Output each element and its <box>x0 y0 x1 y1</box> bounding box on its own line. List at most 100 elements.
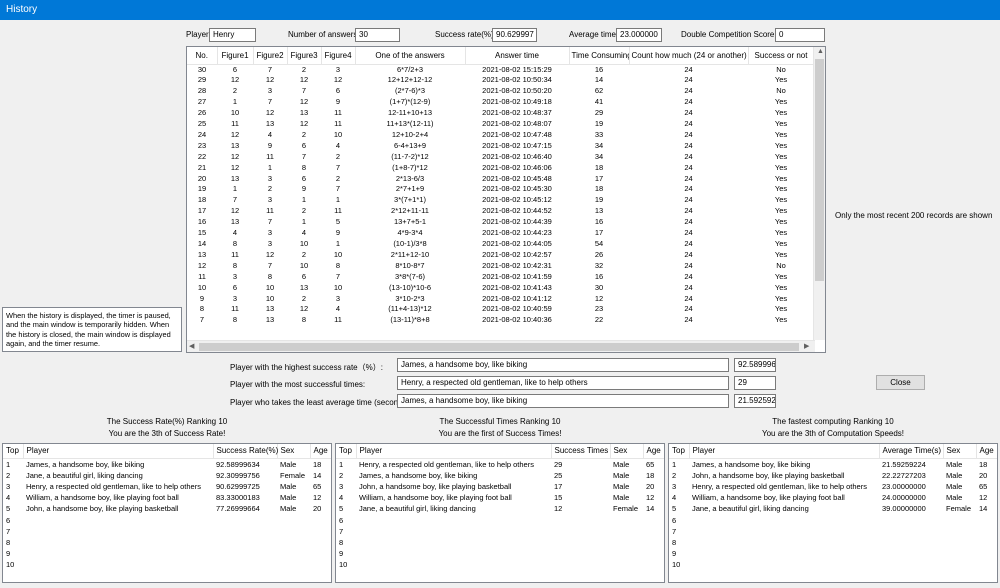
history-row[interactable]: 21 12 1 8 7 (1+8-7)*12 2021-08-02 10:46:06 18 24… <box>187 163 814 174</box>
history-column-header[interactable]: Figure2 <box>253 47 288 65</box>
history-row[interactable]: 29 12 12 12 12 12+12+12-12 2021-08-02 10:50:34… <box>187 75 814 86</box>
ranking-row[interactable]: 9 <box>336 548 664 559</box>
horizontal-scroll-thumb[interactable] <box>199 343 799 351</box>
ranking-column-header[interactable]: Sex <box>943 444 977 459</box>
ranking-column-header[interactable]: Player <box>23 444 214 459</box>
ranking-row[interactable]: 1 James, a handsome boy, like biking 92.58… <box>3 458 331 470</box>
ranking-column-header[interactable]: Average Time(s) <box>879 444 944 459</box>
ranking-row[interactable]: 3 Henry, a respected old gentleman, like … <box>669 481 997 492</box>
history-row[interactable]: 25 11 13 12 11 11+13*(12-11) 2021-08-02 10:48:… <box>187 119 814 130</box>
ranking-row[interactable]: 2 John, a handsome boy, like playing bask… <box>669 470 997 481</box>
least-average-value-field[interactable]: 21.592592 <box>734 394 776 408</box>
ranking-row[interactable]: 8 <box>336 537 664 548</box>
player-field[interactable]: Henry <box>209 28 256 42</box>
ranking-row[interactable]: 7 <box>669 526 997 537</box>
close-button[interactable]: Close <box>876 375 925 390</box>
history-row[interactable]: 19 1 2 9 7 2*7+1+9 2021-08-02 10:45:30 18 24 Yes <box>187 184 814 195</box>
scroll-right-icon[interactable]: ▶ <box>804 342 809 350</box>
ranking-row[interactable]: 8 <box>669 537 997 548</box>
history-row[interactable]: 14 8 3 10 1 (10-1)/3*8 2021-08-02 10:44:05 54 24… <box>187 239 814 250</box>
double-score-field[interactable]: 0 <box>775 28 825 42</box>
least-average-player-field[interactable]: James, a handsome boy, like biking <box>397 394 729 408</box>
ranking-column-header[interactable]: Age <box>310 444 331 459</box>
history-row[interactable]: 27 1 7 12 9 (1+7)*(12-9) 2021-08-02 10:49:18 41… <box>187 97 814 108</box>
ranking-row[interactable]: 7 <box>336 526 664 537</box>
history-row[interactable]: 15 4 3 4 9 4*9-3*4 2021-08-02 10:44:23 17 24 Yes <box>187 228 814 239</box>
history-column-header[interactable]: One of the answers <box>355 47 466 65</box>
history-column-header[interactable]: Success or not <box>748 47 815 65</box>
ranking-row[interactable]: 9 <box>3 548 331 559</box>
success-rate-field[interactable]: 90.629997 <box>492 28 537 42</box>
fastest-ranking-table[interactable]: Top Player Average Time(s) Sex Age 1 James, a … <box>668 443 998 583</box>
ranking-row[interactable]: 10 <box>336 559 664 570</box>
ranking-column-header[interactable]: Player <box>689 444 880 459</box>
ranking-row[interactable]: 4 William, a handsome boy, like playing f… <box>669 492 997 503</box>
success-rate-ranking-table[interactable]: Top Player Success Rate(%) Sex Age 1 James, a … <box>2 443 332 583</box>
ranking-row[interactable]: 5 Jane, a beautiful girl, liking dancing 1… <box>336 503 664 514</box>
ranking-row[interactable]: 7 <box>3 526 331 537</box>
history-column-header[interactable]: Figure1 <box>217 47 254 65</box>
ranking-row[interactable]: 8 <box>3 537 331 548</box>
scroll-up-icon[interactable]: ▲ <box>817 48 824 55</box>
ranking-row[interactable]: 5 John, a handsome boy, like playing bask… <box>3 503 331 514</box>
average-time-field[interactable]: 23.000000 <box>616 28 662 42</box>
history-row[interactable]: 17 12 11 2 11 2*12+11-11 2021-08-02 10:44:52 13… <box>187 206 814 217</box>
history-table[interactable]: No. Figure1 Figure2 Figure3 Figure4 One of th… <box>186 46 826 353</box>
ranking-column-header[interactable]: Age <box>643 444 664 459</box>
scroll-left-icon[interactable]: ◀ <box>189 342 194 350</box>
history-column-header[interactable]: Answer time <box>465 47 570 65</box>
ranking-column-header[interactable]: Player <box>356 444 552 459</box>
ranking-row[interactable]: 1 James, a handsome boy, like biking 21.59… <box>669 458 997 470</box>
history-row[interactable]: 8 11 13 12 4 (11+4-13)*12 2021-08-02 10:40:59 2… <box>187 304 814 315</box>
ranking-row[interactable]: 2 Jane, a beautiful girl, liking dancing 9… <box>3 470 331 481</box>
highest-rate-value-field[interactable]: 92.589996 <box>734 358 776 372</box>
ranking-row[interactable]: 10 <box>3 559 331 570</box>
history-column-header[interactable]: No. <box>187 47 218 65</box>
history-row[interactable]: 28 2 3 7 6 (2*7-6)*3 2021-08-02 10:50:20 62 24 No <box>187 86 814 97</box>
ranking-row[interactable]: 3 John, a handsome boy, like playing bask… <box>336 481 664 492</box>
ranking-column-header[interactable]: Age <box>976 444 997 459</box>
ranking-column-header[interactable]: Success Rate(%) <box>213 444 278 459</box>
history-horizontal-scrollbar[interactable]: ◀ ▶ <box>187 340 815 352</box>
history-row[interactable]: 16 13 7 1 5 13+7+5-1 2021-08-02 10:44:39 16 24 Ye… <box>187 217 814 228</box>
history-vertical-scrollbar[interactable]: ▲ <box>813 47 825 340</box>
history-row[interactable]: 18 7 3 1 1 3*(7+1*1) 2021-08-02 10:45:12 19 24 Ye… <box>187 195 814 206</box>
ranking-column-header[interactable]: Top <box>3 444 24 459</box>
ranking-row[interactable]: 3 Henry, a respected old gentleman, like … <box>3 481 331 492</box>
history-column-header[interactable]: Count how much (24 or another) <box>629 47 749 65</box>
ranking-row[interactable]: 6 <box>3 515 331 526</box>
answers-field[interactable]: 30 <box>355 28 400 42</box>
history-row[interactable]: 7 8 13 8 11 (13-11)*8+8 2021-08-02 10:40:36 22 2… <box>187 315 814 326</box>
ranking-row[interactable]: 4 William, a handsome boy, like playing f… <box>336 492 664 503</box>
history-row[interactable]: 23 13 9 6 4 6-4+13+9 2021-08-02 10:47:15 34 24 Ye… <box>187 141 814 152</box>
vertical-scroll-thumb[interactable] <box>815 59 824 281</box>
ranking-column-header[interactable]: Sex <box>277 444 311 459</box>
ranking-row[interactable]: 2 James, a handsome boy, like biking 25 Mal… <box>336 470 664 481</box>
history-row[interactable]: 13 11 12 2 10 2*11+12-10 2021-08-02 10:42:57 26… <box>187 250 814 261</box>
ranking-column-header[interactable]: Top <box>336 444 357 459</box>
ranking-column-header[interactable]: Top <box>669 444 690 459</box>
history-row[interactable]: 30 6 7 2 3 6*7/2+3 2021-08-02 15:15:29 16 24 No <box>187 64 814 75</box>
history-row[interactable]: 11 3 8 6 7 3*8*(7-6) 2021-08-02 10:41:59 16 24 Ye… <box>187 272 814 283</box>
success-times-ranking-table[interactable]: Top Player Success Times Sex Age 1 Henry, a re… <box>335 443 665 583</box>
history-column-header[interactable]: Figure3 <box>287 47 322 65</box>
history-row[interactable]: 24 12 4 2 10 12+10-2+4 2021-08-02 10:47:48 33 24… <box>187 130 814 141</box>
history-row[interactable]: 9 3 10 2 3 3*10-2*3 2021-08-02 10:41:12 12 24 Yes <box>187 294 814 305</box>
most-success-value-field[interactable]: 29 <box>734 376 776 390</box>
ranking-row[interactable]: 5 Jane, a beautiful girl, liking dancing 3… <box>669 503 997 514</box>
ranking-row[interactable]: 10 <box>669 559 997 570</box>
most-success-player-field[interactable]: Henry, a respected old gentleman, like t… <box>397 376 729 390</box>
ranking-column-header[interactable]: Sex <box>610 444 644 459</box>
history-row[interactable]: 26 10 12 13 11 12-11+10+13 2021-08-02 10:48:37… <box>187 108 814 119</box>
history-row[interactable]: 10 6 10 13 10 (13-10)*10-6 2021-08-02 10:41:43… <box>187 283 814 294</box>
history-row[interactable]: 20 13 3 6 2 2*13-6/3 2021-08-02 10:45:48 17 24 Ye… <box>187 174 814 185</box>
ranking-row[interactable]: 6 <box>336 515 664 526</box>
ranking-row[interactable]: 6 <box>669 515 997 526</box>
ranking-row[interactable]: 4 William, a handsome boy, like playing f… <box>3 492 331 503</box>
ranking-row[interactable]: 1 Henry, a respected old gentleman, like … <box>336 458 664 470</box>
highest-rate-player-field[interactable]: James, a handsome boy, like biking <box>397 358 729 372</box>
ranking-row[interactable]: 9 <box>669 548 997 559</box>
history-row[interactable]: 12 8 7 10 8 8*10-8*7 2021-08-02 10:42:31 32 24 No <box>187 261 814 272</box>
ranking-column-header[interactable]: Success Times <box>551 444 611 459</box>
history-column-header[interactable]: Time Consuming <box>569 47 630 65</box>
